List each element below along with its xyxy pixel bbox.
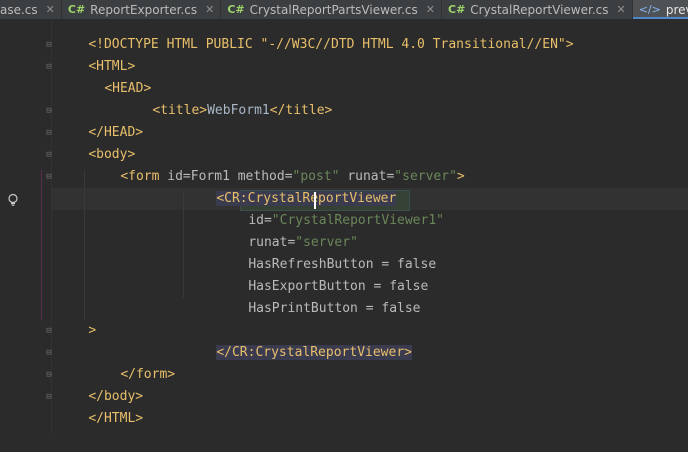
code-line: </form> xyxy=(89,342,175,382)
code-line: <CR:CrystalReportViewer xyxy=(185,166,397,206)
fold-marker-icon[interactable]: ⊟ xyxy=(45,41,53,50)
has-print-button-attr: HasPrintButton = false xyxy=(248,301,421,316)
code-line: </CR:CrystalReportViewer> xyxy=(185,320,412,360)
code-editor[interactable]: <!DOCTYPE HTML PUBLIC "-//W3C//DTD HTML … xyxy=(57,12,688,434)
tag-close-bracket: > xyxy=(88,323,97,338)
fold-marker-icon[interactable]: ⊟ xyxy=(45,107,53,116)
fold-marker-icon[interactable]: ⊟ xyxy=(45,327,53,336)
fold-marker-icon[interactable]: ⊟ xyxy=(45,393,53,402)
indent-guide xyxy=(41,170,42,320)
code-line: <title>WebForm1</title> xyxy=(121,78,332,118)
code-line: </HEAD> xyxy=(57,100,143,140)
title-text: WebForm1 xyxy=(207,103,270,118)
form-tag-end: > xyxy=(456,169,465,184)
tab-ase-cs[interactable]: ase.cs ✕ xyxy=(0,0,62,19)
code-line: id="CrystalReportViewer1" xyxy=(217,188,444,228)
text-cursor xyxy=(314,192,316,209)
fold-marker-icon[interactable]: ⊟ xyxy=(45,129,53,138)
code-line: HasRefreshButton = false xyxy=(217,232,436,272)
form-runat-value: "server" xyxy=(394,169,457,184)
code-line: </HTML> xyxy=(57,386,143,426)
code-line: <HTML> xyxy=(57,34,135,74)
code-line: <form id=Form1 method="post" runat="serv… xyxy=(89,144,464,184)
title-open-tag: <title> xyxy=(152,103,208,118)
fold-marker-icon[interactable]: ⊟ xyxy=(45,371,53,380)
fold-marker-icon[interactable]: ⊟ xyxy=(45,349,53,358)
code-line: HasPrintButton = false xyxy=(217,276,420,316)
fold-marker-icon[interactable]: ⊟ xyxy=(45,63,53,72)
code-line: runat="server" xyxy=(217,210,358,250)
code-line: > xyxy=(57,298,96,338)
code-line: <body> xyxy=(57,122,135,162)
tab-label: ase.cs xyxy=(0,2,38,17)
code-line: </body> xyxy=(57,364,143,404)
code-line: <!DOCTYPE HTML PUBLIC "-//W3C//DTD HTML … xyxy=(57,12,573,52)
fold-marker-icon[interactable]: ⊟ xyxy=(45,173,53,182)
code-line: <HEAD> xyxy=(73,56,151,96)
html-close-tag: </HTML> xyxy=(88,411,144,426)
fold-marker-icon[interactable]: ⊟ xyxy=(45,151,53,160)
title-close-tag: </title> xyxy=(269,103,333,118)
lightbulb-icon[interactable] xyxy=(6,193,20,207)
doctype-text: <!DOCTYPE HTML PUBLIC "-//W3C//DTD HTML … xyxy=(88,37,574,52)
form-tag: <form xyxy=(120,169,160,184)
close-icon[interactable]: ✕ xyxy=(46,3,55,16)
code-line: HasExportButton = false xyxy=(217,254,428,294)
crystal-viewer-close-tag: </CR:CrystalReportViewer> xyxy=(216,345,412,360)
